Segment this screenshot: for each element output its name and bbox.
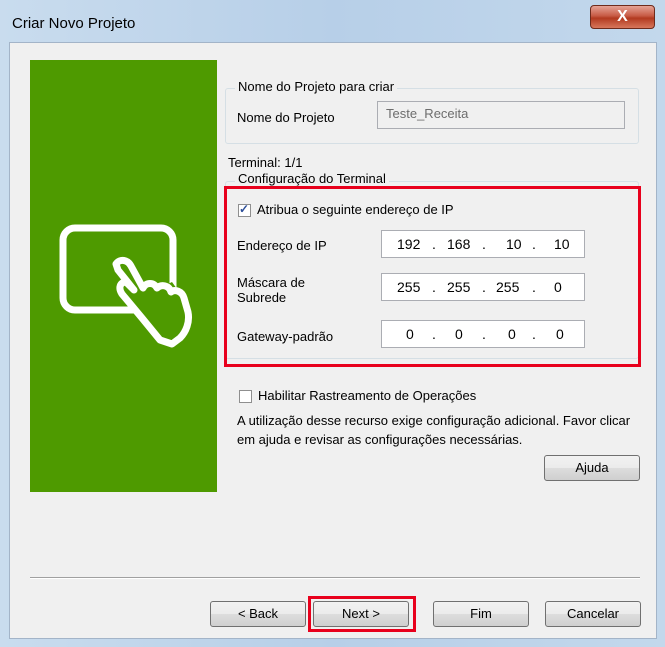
illustration-panel	[30, 60, 217, 492]
tracking-checkbox[interactable]	[239, 390, 252, 403]
cancel-button[interactable]: Cancelar	[545, 601, 641, 627]
project-name-label: Nome do Projeto	[237, 110, 335, 125]
close-button[interactable]: X	[590, 5, 655, 29]
tracking-label[interactable]: Habilitar Rastreamento de Operações	[258, 388, 476, 403]
tracking-note: A utilização desse recurso exige configu…	[237, 413, 631, 447]
next-button-highlight	[308, 596, 416, 632]
window-title: Criar Novo Projeto	[12, 15, 136, 32]
ip-config-highlight	[224, 186, 641, 367]
back-button[interactable]: < Back	[210, 601, 306, 627]
footer-separator	[30, 577, 640, 579]
finish-button[interactable]: Fim	[433, 601, 529, 627]
touch-screen-hand-icon	[59, 224, 192, 348]
title-bar[interactable]: Criar Novo Projeto X	[0, 0, 665, 42]
help-button[interactable]: Ajuda	[544, 455, 640, 481]
dialog-window: Criar Novo Projeto X Nome do Projeto par…	[0, 0, 665, 647]
terminal-count: Terminal: 1/1	[228, 155, 303, 170]
terminal-config-legend: Configuração do Terminal	[235, 171, 389, 186]
project-name-field[interactable]: Teste_Receita	[377, 101, 625, 129]
project-name-legend: Nome do Projeto para criar	[235, 79, 398, 94]
